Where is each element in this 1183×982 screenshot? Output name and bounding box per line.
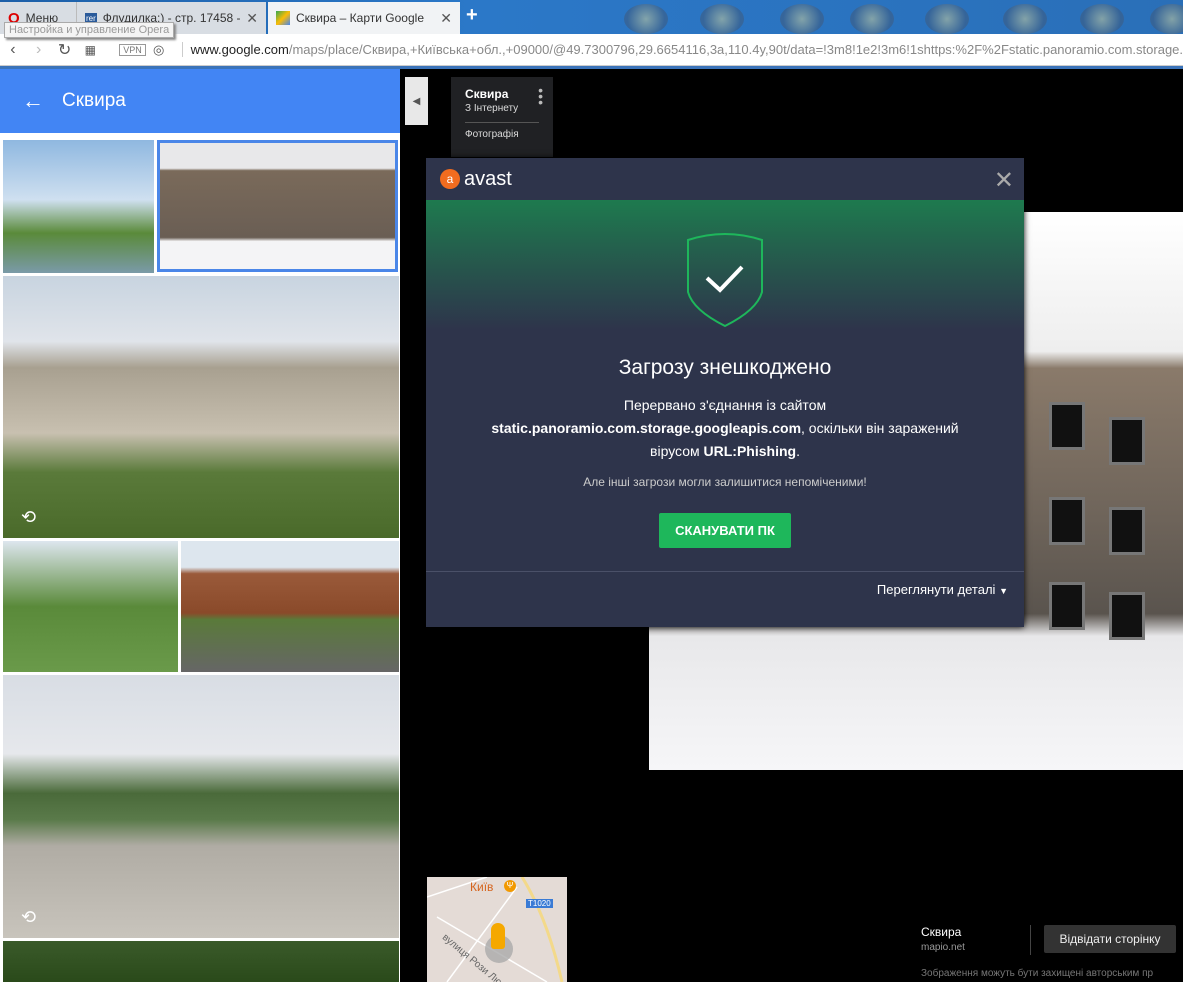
photo-detail (1049, 582, 1085, 630)
google-maps-icon (276, 11, 290, 25)
photo-detail (1049, 497, 1085, 545)
close-icon[interactable]: ✕ (994, 166, 1014, 195)
reload-icon[interactable]: ↻ (52, 40, 78, 60)
close-tab-icon[interactable]: ✕ (246, 10, 258, 27)
divider (1030, 925, 1031, 955)
copyright-notice: Зображення можуть бути захищені авторськ… (921, 968, 1154, 979)
view-details-link[interactable]: Переглянути деталі ▼ (426, 571, 1024, 607)
speed-dial-icon[interactable]: ▦ (77, 43, 103, 57)
desktop-icon (624, 4, 668, 34)
photo-thumbnail[interactable] (3, 140, 154, 273)
avast-logo: a avast (440, 168, 512, 191)
360-icon: ⟲ (21, 907, 37, 927)
visit-page-button[interactable]: Відвідати сторінку (1044, 925, 1176, 953)
avast-alert-dialog: a avast ✕ Загрозу знешкоджено Перервано з… (426, 158, 1024, 627)
map-label-city: Київ (470, 880, 494, 894)
restaurant-icon: Ψ (504, 880, 516, 892)
scan-pc-button[interactable]: СКАНУВАТИ ПК (659, 513, 791, 548)
tooltip: Настройка и управление Opera (4, 22, 175, 38)
desktop-icon (780, 4, 824, 34)
more-options-icon[interactable]: • • • (538, 83, 543, 109)
desktop-icon (700, 4, 744, 34)
360-icon: ⟲ (21, 507, 37, 527)
desktop-icon (1080, 4, 1124, 34)
url-input[interactable]: www.google.com/maps/place/Сквира,+Київсь… (181, 42, 1183, 57)
photo-attribution: Сквира mapio.net (921, 925, 965, 953)
desktop-icon (1003, 4, 1047, 34)
photo-info-card: Сквира З Інтернету • • • Фотографія (451, 77, 553, 157)
mini-map[interactable]: Київ Ψ T1020 вулиця Рози Люксе (427, 877, 567, 982)
globe-icon: ◎ (153, 41, 165, 57)
tab-google-maps[interactable]: Сквира – Карти Google ✕ (268, 2, 460, 34)
collapse-panel-button[interactable]: ◀ (405, 77, 428, 125)
caret-left-icon: ◀ (412, 95, 421, 107)
photo-panel: ← Сквира ⟲ ⟲ (0, 69, 400, 982)
avast-logo-icon: a (440, 169, 460, 189)
photo-thumbnail-selected[interactable] (157, 140, 398, 272)
desktop-icon (1150, 4, 1183, 34)
back-icon[interactable]: ‹ (0, 41, 26, 59)
divider (465, 122, 539, 123)
photo-detail (1109, 592, 1145, 640)
photo-thumbnail[interactable] (181, 541, 399, 672)
photo-detail (1109, 507, 1145, 555)
desktop-icon (925, 4, 969, 34)
photo-detail (1049, 402, 1085, 450)
close-tab-icon[interactable]: ✕ (440, 10, 452, 27)
back-arrow-icon[interactable]: ← (22, 88, 44, 114)
photo-streetview[interactable]: ⟲ (3, 675, 399, 938)
alert-message: Перервано з'єднання із сайтом static.pan… (491, 397, 959, 459)
panel-header: ← Сквира (0, 69, 400, 133)
photo-thumbnail[interactable] (3, 941, 399, 982)
address-bar: ‹ › ↻ ▦ VPN ◎ www.google.com/maps/place/… (0, 34, 1183, 66)
photo-streetview[interactable]: ⟲ (3, 276, 399, 538)
status-banner (426, 200, 1024, 330)
alert-warning: Але інші загрози могли залишитися непомі… (583, 475, 867, 489)
alert-title: Загрозу знешкоджено (618, 356, 832, 379)
panel-title: Сквира (62, 90, 126, 111)
road-badge: T1020 (526, 899, 553, 908)
pegman-icon[interactable] (491, 923, 505, 949)
chevron-down-icon: ▼ (999, 586, 1008, 596)
new-tab-button[interactable]: + (466, 4, 478, 27)
photo-thumbnail[interactable] (3, 541, 178, 672)
photo-detail (1109, 417, 1145, 465)
avast-header: a avast ✕ (426, 158, 1024, 200)
desktop-icon (850, 4, 894, 34)
shield-check-icon (687, 233, 763, 328)
forward-icon[interactable]: › (26, 41, 52, 59)
vpn-badge[interactable]: VPN (119, 43, 146, 56)
